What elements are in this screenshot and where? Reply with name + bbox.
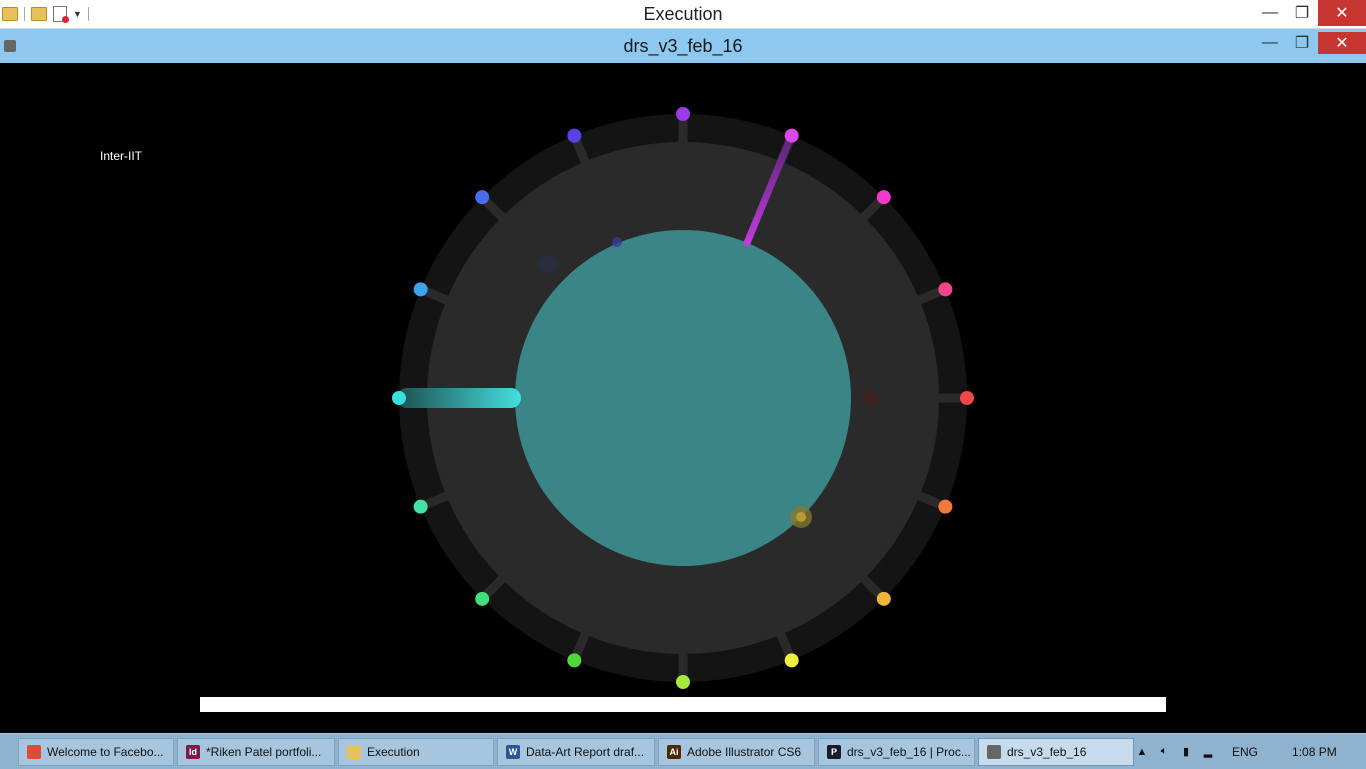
- illustrator-icon: Ai: [667, 745, 681, 759]
- processing-icon: P: [827, 745, 841, 759]
- node-dot: [567, 128, 582, 143]
- taskbar-item[interactable]: Welcome to Facebo...: [18, 738, 174, 766]
- word-icon: W: [506, 745, 520, 759]
- taskbar-item-label: Welcome to Facebo...: [47, 745, 164, 759]
- node-dot: [567, 653, 582, 668]
- node-dot: [475, 591, 490, 606]
- node-dot: [413, 282, 428, 297]
- cyan-trail: [397, 388, 521, 408]
- taskbar: Welcome to Facebo... Id *Riken Patel portf…: [0, 733, 1366, 769]
- taskbar-item[interactable]: Ai Adobe Illustrator CS6: [658, 738, 815, 766]
- folder-icon: [347, 745, 361, 759]
- clock[interactable]: 1:08 PM: [1292, 745, 1337, 759]
- taskbar-item[interactable]: W Data-Art Report draf...: [497, 738, 655, 766]
- maximize-button[interactable]: ❐: [1286, 0, 1318, 26]
- minimize-button[interactable]: —: [1254, 32, 1286, 54]
- node-dot: [784, 653, 799, 668]
- maximize-button[interactable]: ❐: [1286, 32, 1318, 54]
- node-dot: [876, 591, 891, 606]
- faint-particle: [612, 237, 622, 247]
- taskbar-item[interactable]: Id *Riken Patel portfoli...: [177, 738, 335, 766]
- faint-particle: [539, 255, 557, 273]
- progress-bar: [200, 697, 1166, 712]
- node-dot: [676, 675, 690, 689]
- sketch-window-title: drs_v3_feb_16: [623, 36, 743, 56]
- faint-particle: [862, 390, 878, 406]
- minimize-button[interactable]: —: [1254, 0, 1286, 26]
- close-button[interactable]: ✕: [1318, 32, 1366, 54]
- language-indicator[interactable]: ENG: [1232, 745, 1258, 759]
- gold-particle-core: [796, 512, 806, 522]
- node-dot: [938, 282, 953, 297]
- node-dot: [784, 128, 799, 143]
- explorer-window-title: Execution: [643, 4, 723, 24]
- node-dot: [876, 190, 891, 205]
- node-dot: [676, 107, 690, 121]
- sketch-window-icon: [987, 745, 1001, 759]
- node-dot: [960, 391, 974, 405]
- sketch-title-bar[interactable]: drs_v3_feb_16 — ❐ ✕: [0, 29, 1366, 63]
- chrome-icon: [27, 745, 41, 759]
- signal-icon[interactable]: ▂: [1202, 746, 1214, 758]
- close-button[interactable]: ✕: [1318, 0, 1366, 26]
- taskbar-item-label: *Riken Patel portfoli...: [206, 745, 322, 759]
- taskbar-item-label: Execution: [367, 745, 420, 759]
- node-dot: [413, 499, 428, 514]
- node-dot: [475, 190, 490, 205]
- speaker-icon[interactable]: 🔈︎: [1158, 745, 1170, 758]
- node-dot: [392, 391, 406, 405]
- radial-visualization: [392, 107, 974, 689]
- indesign-icon: Id: [186, 745, 200, 759]
- taskbar-item-label: drs_v3_feb_16: [1007, 745, 1087, 759]
- taskbar-item-label: Data-Art Report draf...: [526, 745, 645, 759]
- node-dot: [938, 499, 953, 514]
- taskbar-item[interactable]: Pdrs_v3_feb_16 | Proc...: [818, 738, 975, 766]
- taskbar-item-label: Adobe Illustrator CS6: [687, 745, 802, 759]
- sketch-canvas[interactable]: Inter-IIT: [0, 63, 1366, 733]
- taskbar-item[interactable]: Execution: [338, 738, 494, 766]
- taskbar-item[interactable]: drs_v3_feb_16: [978, 738, 1134, 766]
- system-tray: ▲ 🔈︎ ▮ ▂ ENG 1:08 PM: [1136, 734, 1366, 769]
- chevron-up-icon[interactable]: ▲: [1136, 746, 1148, 758]
- battery-icon[interactable]: ▮: [1180, 746, 1192, 758]
- explorer-title-bar[interactable]: ▼ Execution — ❐ ✕: [0, 0, 1366, 29]
- taskbar-item-label: drs_v3_feb_16 | Proc...: [847, 745, 971, 759]
